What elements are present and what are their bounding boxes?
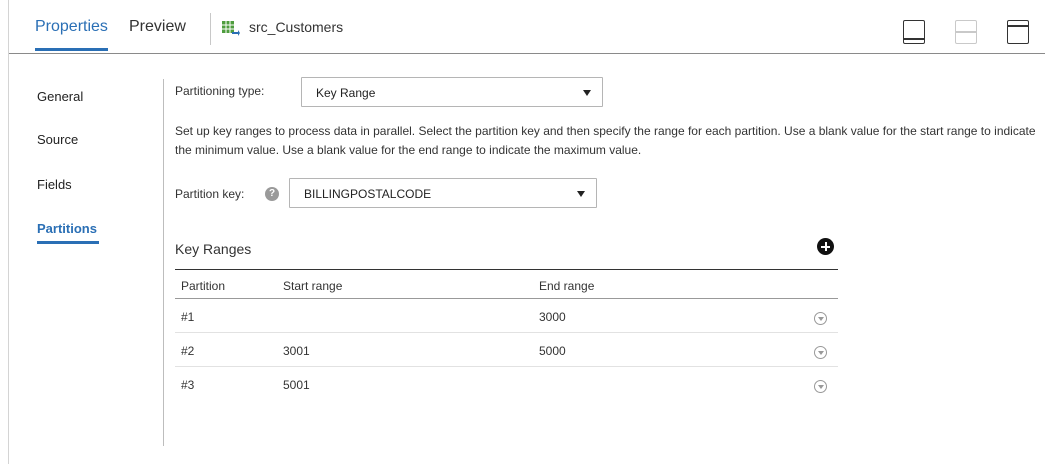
end-range-cell[interactable]: 3000 bbox=[539, 310, 566, 324]
panel-header: Properties Preview src_Customers bbox=[9, 0, 1045, 54]
column-header-partition: Partition bbox=[181, 279, 226, 293]
partition-key-value: BILLINGPOSTALCODE bbox=[304, 187, 432, 201]
sidebar-item-partitions[interactable]: Partitions bbox=[37, 221, 99, 244]
table-row[interactable]: #1 3000 bbox=[175, 299, 838, 333]
partitioning-type-select[interactable]: Key Range bbox=[301, 77, 603, 107]
sidebar-divider bbox=[163, 79, 164, 446]
table-header: Partition Start range End range bbox=[175, 269, 838, 299]
start-range-cell[interactable]: 3001 bbox=[283, 344, 310, 358]
row-actions-chevron-icon[interactable] bbox=[814, 346, 827, 359]
help-icon[interactable]: ? bbox=[265, 187, 279, 201]
partition-cell: #2 bbox=[181, 344, 195, 358]
source-name: src_Customers bbox=[249, 19, 344, 35]
row-actions-chevron-icon[interactable] bbox=[814, 380, 827, 393]
tab-properties[interactable]: Properties bbox=[35, 18, 108, 51]
partitioning-type-value: Key Range bbox=[316, 86, 376, 100]
partition-key-label: Partition key: bbox=[175, 187, 245, 201]
layout-split-panel-icon[interactable] bbox=[955, 20, 977, 44]
layout-top-panel-icon[interactable] bbox=[1007, 20, 1029, 44]
start-range-cell[interactable]: 5001 bbox=[283, 378, 310, 392]
sidebar-item-source[interactable]: Source bbox=[37, 132, 78, 147]
properties-panel: Properties Preview src_Customers General… bbox=[8, 0, 1052, 464]
key-ranges-table: Partition Start range End range #1 3000 … bbox=[175, 269, 838, 401]
chevron-down-icon bbox=[577, 191, 585, 197]
partition-cell: #1 bbox=[181, 310, 195, 324]
chevron-down-icon bbox=[583, 90, 591, 96]
partitioning-type-label: Partitioning type: bbox=[175, 84, 265, 98]
end-range-cell[interactable]: 5000 bbox=[539, 344, 566, 358]
table-row[interactable]: #3 5001 bbox=[175, 367, 838, 401]
layout-bottom-panel-icon[interactable] bbox=[903, 20, 925, 44]
table-row[interactable]: #2 3001 5000 bbox=[175, 333, 838, 367]
tab-preview[interactable]: Preview bbox=[129, 18, 186, 36]
key-ranges-title: Key Ranges bbox=[175, 241, 252, 257]
row-actions-chevron-icon[interactable] bbox=[814, 312, 827, 325]
sidebar-item-general[interactable]: General bbox=[37, 89, 83, 104]
partition-key-select[interactable]: BILLINGPOSTALCODE bbox=[289, 178, 597, 208]
source-table-icon bbox=[222, 21, 240, 36]
add-partition-icon[interactable] bbox=[817, 238, 834, 255]
sidebar-item-fields[interactable]: Fields bbox=[37, 177, 72, 192]
column-header-end-range: End range bbox=[539, 279, 595, 293]
header-divider bbox=[210, 13, 211, 45]
key-range-description: Set up key ranges to process data in par… bbox=[175, 124, 1036, 157]
column-header-start-range: Start range bbox=[283, 279, 343, 293]
partition-cell: #3 bbox=[181, 378, 195, 392]
